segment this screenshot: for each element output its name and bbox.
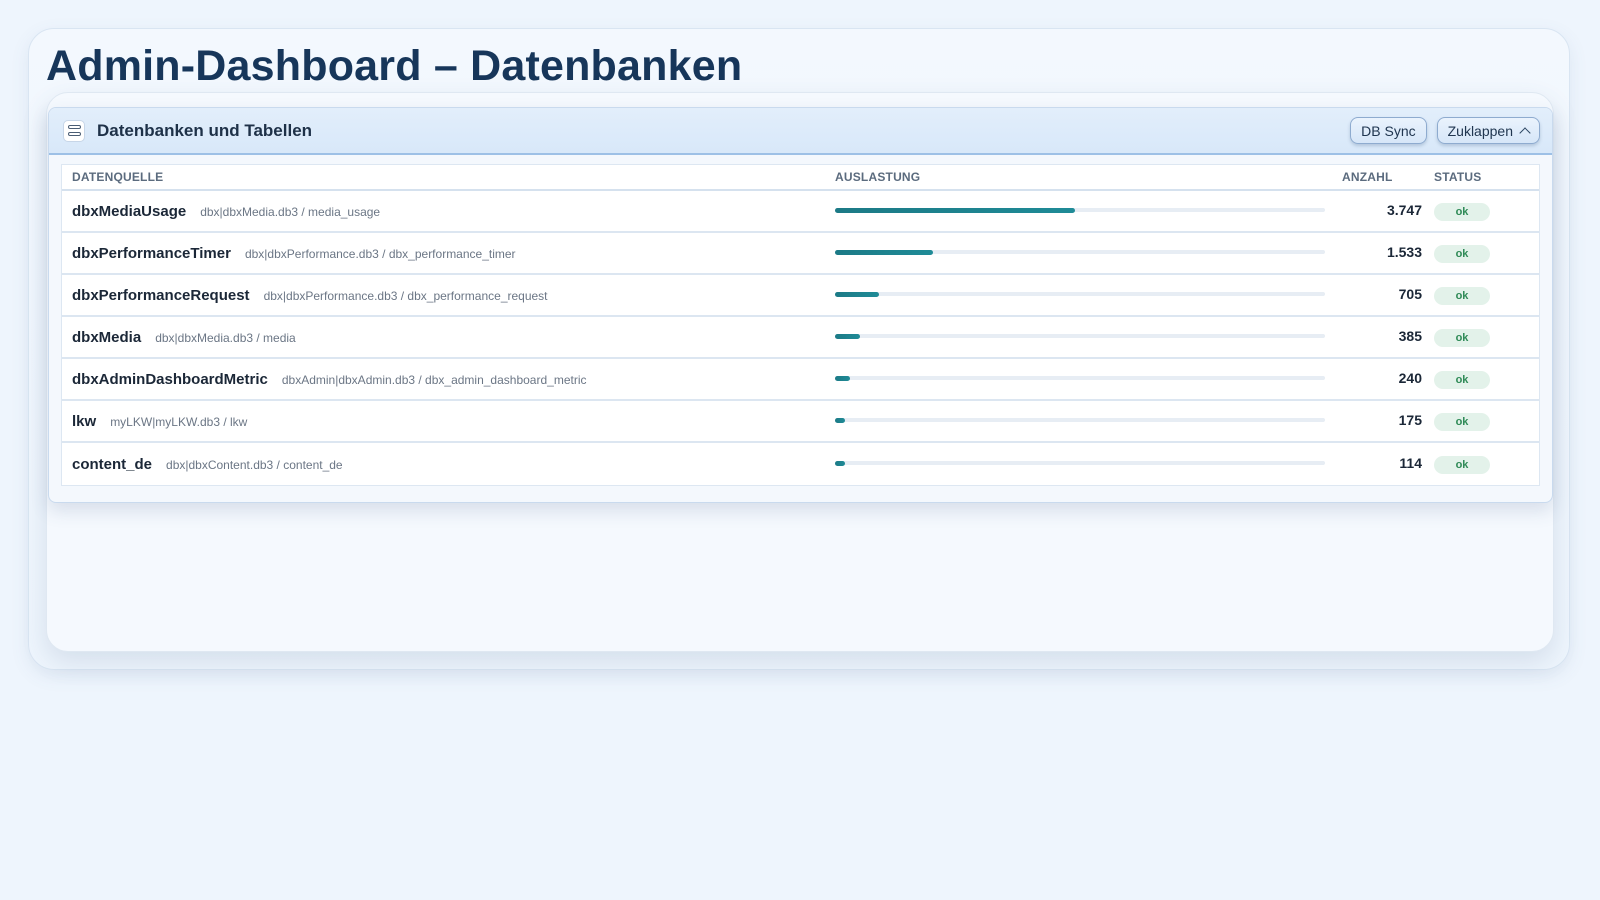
db-sync-label: DB Sync — [1361, 122, 1416, 139]
table-header-row: Datenquelle Auslastung Anzahl Status — [62, 165, 1539, 191]
table-name: dbxPerformanceRequest — [72, 286, 250, 304]
load-bar-fill — [835, 291, 880, 297]
card-header: Datenbanken und Tabellen DB Sync Zuklapp… — [49, 108, 1552, 155]
databases-table: Datenquelle Auslastung Anzahl Status dbx… — [61, 164, 1540, 486]
table-row[interactable]: dbxPerformanceRequest dbx|dbxPerformance.… — [62, 275, 1539, 317]
status-badge: ok — [1434, 412, 1490, 431]
table-name: dbxPerformanceTimer — [72, 244, 231, 262]
status-cell: ok — [1422, 370, 1536, 389]
table-path: dbx|dbxPerformance.db3 / dbx_performance… — [263, 288, 548, 303]
load-bar-fill — [835, 417, 845, 423]
row-count: 240 — [1398, 370, 1422, 386]
status-badge: ok — [1434, 328, 1490, 347]
collapse-label: Zuklappen — [1447, 122, 1513, 139]
load-cell — [832, 207, 1327, 213]
card-title: Datenbanken und Tabellen — [97, 120, 313, 140]
table-body: dbxMediaUsage dbx|dbxMedia.db3 / media_us… — [62, 191, 1539, 485]
source-cell: dbxMediaUsage dbx|dbxMedia.db3 / media_us… — [62, 203, 832, 220]
table-path: dbx|dbxPerformance.db3 / dbx_performance… — [244, 246, 516, 261]
table-row[interactable]: dbxMediaUsage dbx|dbxMedia.db3 / media_us… — [62, 191, 1539, 233]
table-path: dbx|dbxMedia.db3 / media_usage — [200, 204, 381, 219]
table-row[interactable]: dbxMedia dbx|dbxMedia.db3 / media 385 ok — [62, 317, 1539, 359]
chevron-up-icon — [1519, 126, 1531, 139]
load-cell — [832, 249, 1327, 255]
load-bar-fill — [835, 333, 860, 339]
status-cell: ok — [1422, 412, 1536, 431]
count-cell: 114 — [1327, 455, 1422, 473]
table-name: dbxMediaUsage — [72, 202, 187, 220]
row-count: 705 — [1398, 286, 1422, 302]
load-cell — [832, 375, 1327, 381]
count-cell: 705 — [1327, 286, 1422, 304]
column-header-source[interactable]: Datenquelle — [62, 170, 832, 184]
table-path: dbx|dbxContent.db3 / content_de — [166, 457, 343, 472]
table-row[interactable]: dbxPerformanceTimer dbx|dbxPerformance.db… — [62, 233, 1539, 275]
load-cell — [832, 460, 1327, 466]
table-path: dbxAdmin|dbxAdmin.db3 / dbx_admin_dashbo… — [281, 372, 587, 387]
source-cell: dbxPerformanceRequest dbx|dbxPerformance.… — [62, 287, 832, 304]
count-cell: 385 — [1327, 328, 1422, 346]
source-cell: dbxAdminDashboardMetric dbxAdmin|dbxAdmin… — [62, 371, 832, 388]
table-name: content_de — [72, 455, 153, 473]
load-cell — [832, 333, 1327, 339]
source-cell: content_de dbx|dbxContent.db3 / content_d… — [62, 456, 832, 473]
count-cell: 3.747 — [1327, 202, 1422, 220]
table-row[interactable]: lkw myLKW|myLKW.db3 / lkw 175 ok — [62, 401, 1539, 443]
status-badge: ok — [1434, 244, 1490, 263]
table-row[interactable]: dbxAdminDashboardMetric dbxAdmin|dbxAdmin… — [62, 359, 1539, 401]
status-cell: ok — [1422, 286, 1536, 305]
source-cell: dbxPerformanceTimer dbx|dbxPerformance.db… — [62, 245, 832, 262]
status-cell: ok — [1422, 202, 1536, 221]
status-badge: ok — [1434, 202, 1490, 221]
load-cell — [832, 291, 1327, 297]
source-cell: dbxMedia dbx|dbxMedia.db3 / media — [62, 329, 832, 346]
header-actions: DB Sync Zuklappen — [1350, 117, 1540, 144]
status-badge: ok — [1434, 455, 1490, 474]
status-badge: ok — [1434, 370, 1490, 389]
load-bar-fill — [835, 207, 1076, 213]
page-title: Admin-Dashboard – Datenbanken — [46, 42, 743, 90]
databases-card: Datenbanken und Tabellen DB Sync Zuklapp… — [48, 107, 1553, 503]
collapse-button[interactable]: Zuklappen — [1436, 117, 1540, 144]
load-cell — [832, 417, 1327, 423]
load-bar-track — [835, 333, 1325, 339]
row-count: 1.533 — [1386, 244, 1422, 260]
source-cell: lkw myLKW|myLKW.db3 / lkw — [62, 413, 832, 430]
load-bar-track — [835, 291, 1325, 297]
row-count: 175 — [1398, 412, 1422, 428]
load-bar-track — [835, 375, 1325, 381]
table-name: dbxAdminDashboardMetric — [72, 370, 268, 388]
load-bar-fill — [835, 460, 845, 466]
table-row[interactable]: content_de dbx|dbxContent.db3 / content_d… — [62, 443, 1539, 485]
database-icon — [63, 119, 85, 142]
column-header-status[interactable]: Status — [1422, 170, 1536, 184]
column-header-count[interactable]: Anzahl — [1327, 170, 1422, 184]
table-name: lkw — [72, 412, 97, 430]
load-bar-track — [835, 207, 1325, 213]
load-bar-track — [835, 249, 1325, 255]
table-path: dbx|dbxMedia.db3 / media — [155, 330, 296, 345]
status-badge: ok — [1434, 286, 1490, 305]
count-cell: 240 — [1327, 370, 1422, 388]
load-bar-fill — [835, 375, 850, 381]
db-sync-button[interactable]: DB Sync — [1350, 117, 1427, 144]
load-bar-track — [835, 460, 1325, 466]
status-cell: ok — [1422, 455, 1536, 474]
column-header-load[interactable]: Auslastung — [832, 170, 1327, 184]
status-cell: ok — [1422, 328, 1536, 347]
row-count: 114 — [1399, 455, 1422, 471]
count-cell: 175 — [1327, 412, 1422, 430]
row-count: 385 — [1398, 328, 1422, 344]
load-bar-track — [835, 417, 1325, 423]
table-path: myLKW|myLKW.db3 / lkw — [110, 414, 248, 429]
table-name: dbxMedia — [72, 328, 142, 346]
status-cell: ok — [1422, 244, 1536, 263]
count-cell: 1.533 — [1327, 244, 1422, 262]
load-bar-fill — [835, 249, 933, 255]
row-count: 3.747 — [1386, 202, 1422, 218]
